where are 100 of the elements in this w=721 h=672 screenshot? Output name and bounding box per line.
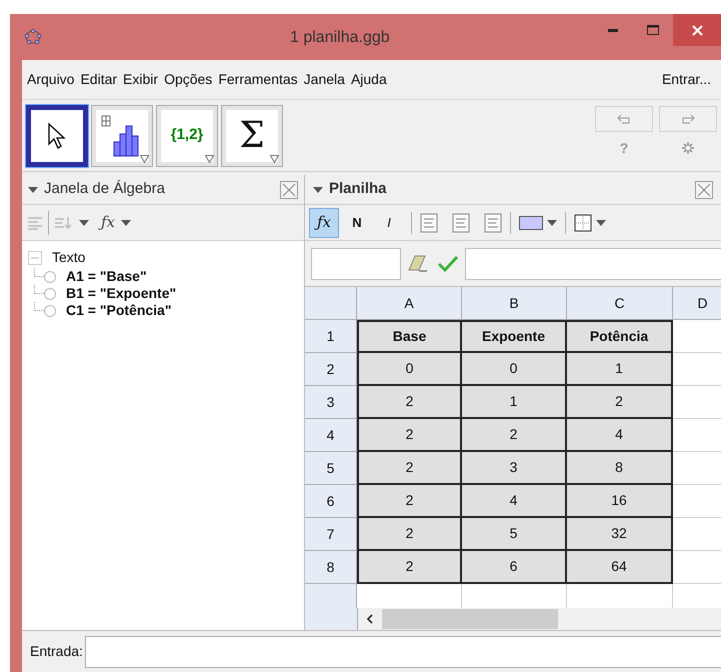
tool-label: Σ bbox=[239, 118, 265, 154]
table-cell[interactable]: 1 bbox=[462, 386, 567, 419]
visibility-toggle[interactable] bbox=[44, 270, 56, 282]
input-field[interactable] bbox=[84, 636, 721, 668]
caret-icon bbox=[79, 220, 89, 226]
table-cell[interactable]: 6 bbox=[462, 551, 567, 584]
column-header[interactable]: B bbox=[462, 287, 567, 320]
dropdown-marker-icon bbox=[140, 154, 149, 162]
table-cell[interactable]: 2 bbox=[462, 419, 567, 452]
row-header[interactable]: 5 bbox=[305, 452, 357, 485]
row-header[interactable]: 3 bbox=[305, 386, 357, 419]
column-header[interactable]: A bbox=[357, 287, 462, 320]
column-header[interactable]: D bbox=[673, 287, 721, 320]
table-cell[interactable]: 0 bbox=[462, 353, 567, 386]
corner-cell[interactable] bbox=[305, 287, 357, 320]
row-header[interactable]: 7 bbox=[305, 518, 357, 551]
close-button[interactable] bbox=[673, 14, 721, 46]
settings-icon bbox=[681, 141, 695, 155]
tool-button[interactable] bbox=[91, 104, 153, 166]
redo-icon bbox=[681, 114, 695, 124]
table-cell[interactable]: Expoente bbox=[462, 320, 567, 353]
close-panel-button[interactable] bbox=[280, 180, 298, 198]
formula-field[interactable] bbox=[465, 248, 721, 280]
window-title: 1 planilha.ggb bbox=[290, 28, 390, 48]
table-cell[interactable]: 8 bbox=[567, 452, 673, 485]
align-right-icon[interactable] bbox=[484, 212, 502, 232]
table-cell[interactable]: 64 bbox=[567, 551, 673, 584]
caret-icon bbox=[313, 186, 323, 192]
align-left-icon[interactable] bbox=[420, 212, 438, 232]
align-icon[interactable] bbox=[28, 216, 42, 230]
bold-button[interactable]: N bbox=[343, 208, 371, 238]
table-cell[interactable]: 2 bbox=[357, 386, 462, 419]
tool-label: {1,2} bbox=[170, 125, 204, 146]
caret-icon bbox=[28, 186, 38, 192]
dropdown-marker-icon bbox=[270, 154, 279, 162]
menu-item[interactable]: Editar bbox=[77, 69, 120, 90]
visibility-toggle[interactable] bbox=[44, 288, 56, 300]
fill-color-icon[interactable] bbox=[519, 216, 543, 230]
table-cell[interactable]: 1 bbox=[567, 353, 673, 386]
align-center-icon[interactable] bbox=[452, 212, 470, 232]
cell-name-field[interactable] bbox=[311, 248, 401, 280]
tool-button[interactable] bbox=[26, 104, 88, 166]
input-label: Entrada: bbox=[30, 642, 83, 661]
tool-button[interactable]: Σ bbox=[221, 104, 283, 166]
table-cell[interactable]: 3 bbox=[462, 452, 567, 485]
table-cell[interactable]: 2 bbox=[357, 518, 462, 551]
row-header[interactable]: 6 bbox=[305, 485, 357, 518]
formula-toggle[interactable]: ƒx bbox=[309, 208, 339, 238]
table-cell[interactable]: 32 bbox=[567, 518, 673, 551]
table-cell[interactable]: Potência bbox=[567, 320, 673, 353]
table-cell[interactable]: 2 bbox=[357, 452, 462, 485]
caret-icon bbox=[121, 220, 132, 226]
login-link[interactable]: Entrar... bbox=[662, 69, 711, 90]
table-cell[interactable]: 5 bbox=[462, 518, 567, 551]
collapse-toggle[interactable] bbox=[28, 250, 42, 264]
checkmark-icon[interactable] bbox=[437, 254, 459, 272]
caret-icon bbox=[547, 220, 557, 226]
close-icon bbox=[282, 182, 296, 196]
menu-item[interactable]: Exibir bbox=[120, 69, 162, 90]
table-cell[interactable]: 0 bbox=[357, 353, 462, 386]
scrollbar-thumb[interactable] bbox=[382, 609, 558, 629]
row-header[interactable]: 2 bbox=[305, 353, 357, 386]
row-header[interactable]: 4 bbox=[305, 419, 357, 452]
caret-icon bbox=[596, 220, 606, 226]
table-cell[interactable]: 2 bbox=[567, 386, 673, 419]
table-cell[interactable]: 2 bbox=[357, 419, 462, 452]
group-label[interactable]: Texto bbox=[52, 247, 86, 268]
horizontal-scrollbar[interactable] bbox=[358, 608, 721, 630]
sort-icon[interactable] bbox=[55, 216, 73, 230]
redo-button[interactable] bbox=[659, 106, 717, 132]
undo-icon bbox=[617, 114, 631, 124]
menu-item[interactable]: Opções bbox=[161, 69, 216, 90]
maximize-icon bbox=[647, 25, 659, 35]
dropdown-marker-icon bbox=[205, 154, 214, 162]
tool-button[interactable]: {1,2} bbox=[156, 104, 218, 166]
panel-title: Planilha bbox=[329, 179, 387, 200]
table-cell[interactable]: 4 bbox=[462, 485, 567, 518]
close-icon bbox=[692, 24, 702, 36]
row-header[interactable]: 1 bbox=[305, 320, 357, 353]
minimize-icon bbox=[608, 28, 618, 32]
menu-item[interactable]: Ajuda bbox=[348, 69, 390, 90]
menu-item[interactable]: Arquivo bbox=[24, 69, 78, 90]
column-header[interactable]: C bbox=[567, 287, 673, 320]
menu-item[interactable]: Janela bbox=[300, 69, 348, 90]
table-cell[interactable]: Base bbox=[357, 320, 462, 353]
scroll-left-icon[interactable] bbox=[366, 614, 374, 624]
undo-button[interactable] bbox=[595, 106, 653, 132]
border-icon[interactable] bbox=[574, 214, 592, 232]
italic-button[interactable]: I bbox=[375, 208, 403, 238]
table-cell[interactable]: 2 bbox=[357, 551, 462, 584]
table-cell[interactable]: 16 bbox=[567, 485, 673, 518]
close-panel-button[interactable] bbox=[695, 180, 713, 198]
app-logo-icon bbox=[24, 29, 42, 45]
table-cell[interactable]: 2 bbox=[357, 485, 462, 518]
row-header[interactable] bbox=[305, 584, 357, 608]
row-header[interactable]: 8 bbox=[305, 551, 357, 584]
menu-item[interactable]: Ferramentas bbox=[215, 69, 301, 90]
table-cell[interactable]: 4 bbox=[567, 419, 673, 452]
pointer-icon bbox=[46, 122, 68, 150]
visibility-toggle[interactable] bbox=[44, 304, 56, 316]
